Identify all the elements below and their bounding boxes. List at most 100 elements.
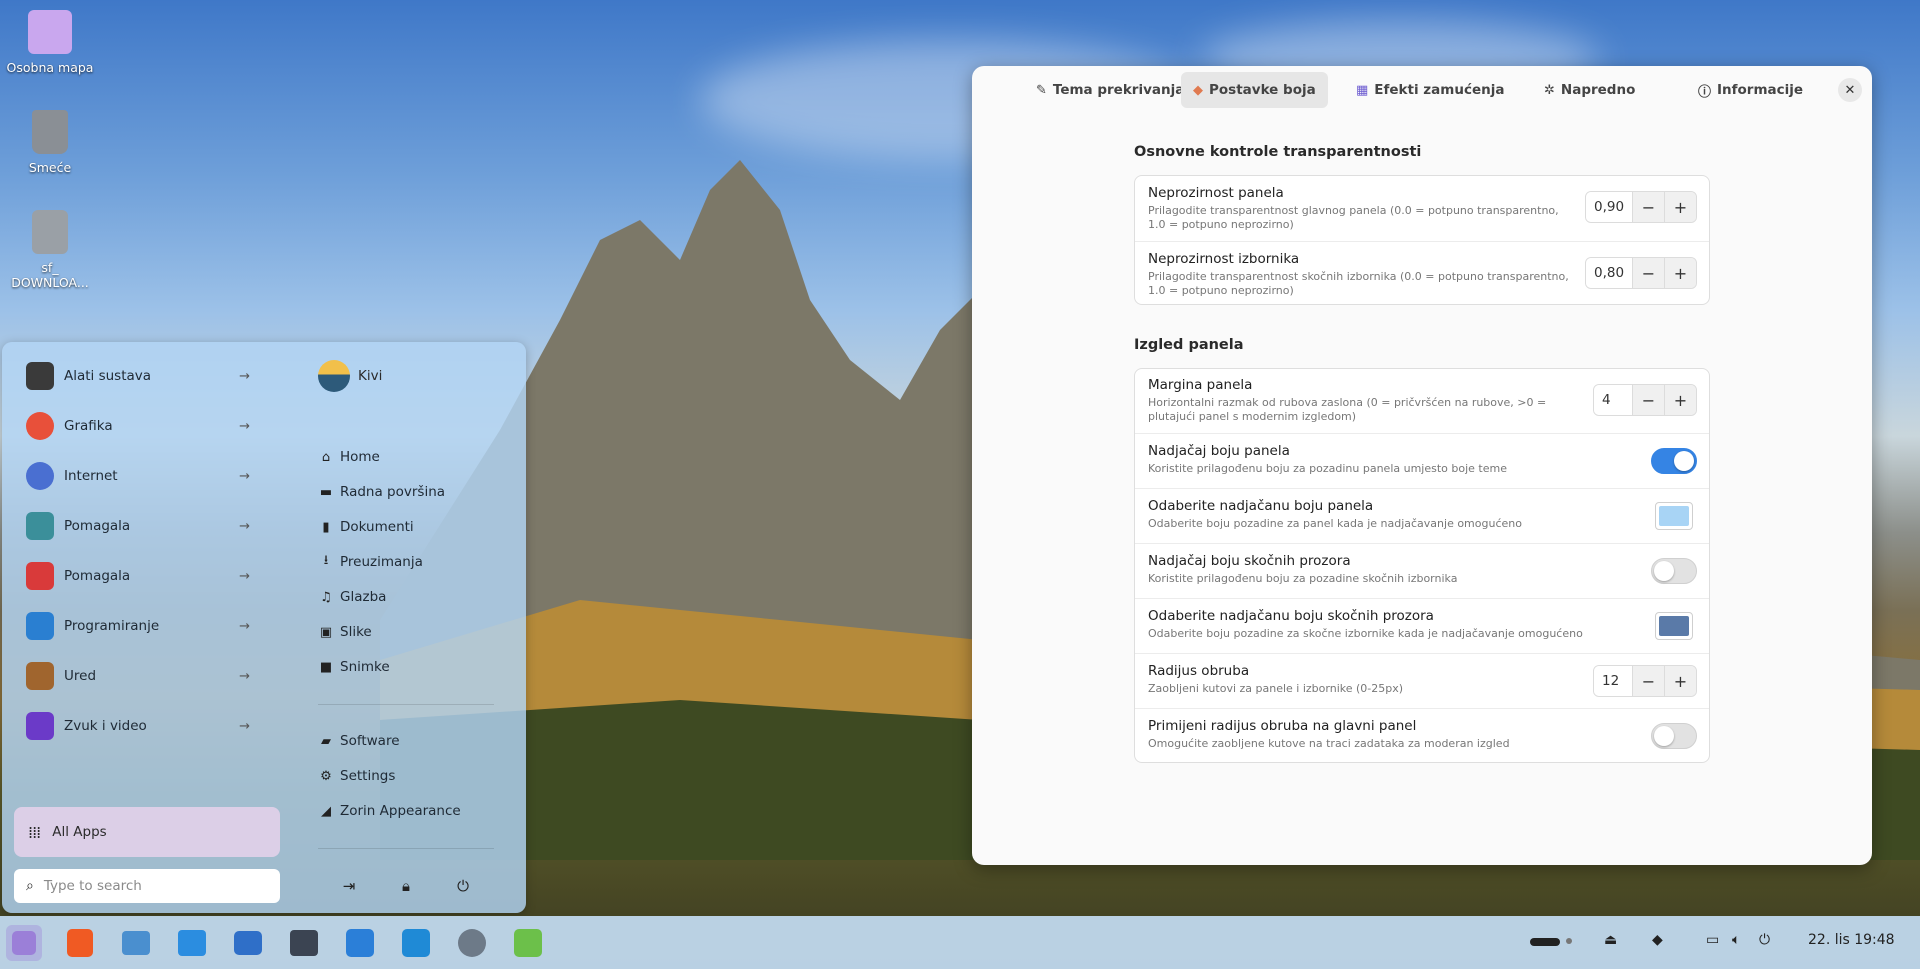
place-videos[interactable]: ■ Snimke bbox=[318, 652, 390, 682]
place-label: Dokumenti bbox=[340, 519, 414, 535]
music-icon: ♫ bbox=[320, 589, 332, 605]
graphics-icon bbox=[26, 412, 54, 440]
search-icon: ⌕ bbox=[26, 878, 34, 894]
drive-icon bbox=[32, 210, 68, 254]
taskbar-brave[interactable] bbox=[62, 925, 98, 961]
workspace-indicator-icon[interactable] bbox=[1530, 938, 1560, 946]
row-subtitle: Zaobljeni kutovi za panele i izbornike (… bbox=[1148, 682, 1404, 695]
system-software[interactable]: ▰ Software bbox=[318, 726, 400, 756]
desktop-icon: ▬ bbox=[319, 484, 333, 500]
row-title: Odaberite nadjačanu boju panela bbox=[1148, 498, 1374, 514]
software-icon: ▰ bbox=[321, 733, 331, 749]
arrow-right-icon: → bbox=[239, 418, 250, 434]
place-label: Snimke bbox=[340, 659, 390, 675]
place-label: Software bbox=[340, 733, 400, 749]
taskbar-settings[interactable] bbox=[454, 925, 490, 961]
stepper-value[interactable]: 0,80 bbox=[1586, 258, 1632, 288]
logout-icon[interactable]: ⇥ bbox=[336, 873, 362, 899]
trash-icon bbox=[32, 110, 68, 154]
decrement-button[interactable]: − bbox=[1632, 385, 1664, 415]
workspace-dot-icon[interactable] bbox=[1566, 938, 1572, 944]
arrow-right-icon: → bbox=[239, 518, 250, 534]
category-system-tools[interactable]: Alati sustava → bbox=[26, 356, 266, 396]
decrement-button[interactable]: − bbox=[1632, 192, 1664, 222]
system-tools-icon bbox=[26, 362, 54, 390]
menu-opacity-row: Neprozirnost izbornika Prilagodite trans… bbox=[1135, 241, 1709, 306]
override-panel-color-toggle[interactable] bbox=[1651, 448, 1697, 474]
override-popup-color-toggle[interactable] bbox=[1651, 558, 1697, 584]
increment-button[interactable]: + bbox=[1664, 666, 1696, 696]
desktop-icon-label: Osobna mapa bbox=[6, 60, 94, 75]
taskbar-store[interactable] bbox=[174, 925, 210, 961]
chat-icon bbox=[234, 931, 262, 955]
category-sound-video[interactable]: Zvuk i video → bbox=[26, 706, 266, 746]
system-appearance[interactable]: ◢ Zorin Appearance bbox=[318, 796, 461, 826]
panel-margin-stepper: 4 − + bbox=[1593, 384, 1697, 416]
eject-icon[interactable]: ⏏ bbox=[1604, 932, 1617, 948]
category-programming[interactable]: Programiranje → bbox=[26, 606, 266, 646]
apply-radius-toggle[interactable] bbox=[1651, 723, 1697, 749]
taskbar-terminal[interactable] bbox=[286, 925, 322, 961]
place-pictures[interactable]: ▣ Slike bbox=[318, 617, 372, 647]
palette-tray-icon[interactable]: ◆ bbox=[1652, 932, 1663, 948]
tab-label: Tema prekrivanja bbox=[1052, 82, 1185, 98]
stepper-value[interactable]: 12 bbox=[1594, 666, 1632, 696]
place-documents[interactable]: ▮ Dokumenti bbox=[318, 512, 414, 542]
increment-button[interactable]: + bbox=[1664, 192, 1696, 222]
home-icon: ⌂ bbox=[321, 449, 331, 465]
power-icon[interactable]: ⏻ bbox=[450, 873, 476, 899]
taskbar-extension-green[interactable] bbox=[510, 925, 546, 961]
place-downloads[interactable]: ⭳ Preuzimanja bbox=[318, 547, 423, 577]
settings-gear-icon bbox=[458, 929, 486, 957]
stepper-value[interactable]: 0,90 bbox=[1586, 192, 1632, 222]
lock-icon[interactable]: 🔒︎ bbox=[393, 873, 419, 899]
system-settings[interactable]: ⚙ Settings bbox=[318, 761, 395, 791]
taskbar: ⏏ ◆ ▭ 🔈︎ ⏻ 22. lis 19:48 bbox=[0, 916, 1920, 969]
decrement-button[interactable]: − bbox=[1632, 258, 1664, 288]
category-office[interactable]: Ured → bbox=[26, 656, 266, 696]
taskbar-chat[interactable] bbox=[230, 925, 266, 961]
clock[interactable]: 22. lis 19:48 bbox=[1808, 932, 1895, 948]
increment-button[interactable]: + bbox=[1664, 258, 1696, 288]
user-button[interactable]: Kivi bbox=[318, 356, 382, 396]
taskbar-vscode[interactable] bbox=[398, 925, 434, 961]
screen-icon[interactable]: ▭ bbox=[1706, 932, 1719, 948]
place-home[interactable]: ⌂ Home bbox=[318, 442, 380, 472]
category-toolbox[interactable]: Pomagala → bbox=[26, 556, 266, 596]
place-label: Glazba bbox=[340, 589, 387, 605]
increment-button[interactable]: + bbox=[1664, 385, 1696, 415]
tab-blur[interactable]: ▦ Efekti zamućenja bbox=[1344, 72, 1516, 108]
decrement-button[interactable]: − bbox=[1632, 666, 1664, 696]
taskbar-extensions[interactable] bbox=[342, 925, 378, 961]
panel-opacity-stepper: 0,90 − + bbox=[1585, 191, 1697, 223]
popup-color-picker[interactable] bbox=[1655, 612, 1693, 640]
volume-icon[interactable]: 🔈︎ bbox=[1732, 932, 1740, 948]
close-button[interactable]: ✕ bbox=[1838, 78, 1862, 102]
row-title: Nadjačaj boju panela bbox=[1148, 443, 1290, 459]
taskbar-files[interactable] bbox=[118, 925, 154, 961]
place-music[interactable]: ♫ Glazba bbox=[318, 582, 386, 612]
panel-color-picker[interactable] bbox=[1655, 502, 1693, 530]
desktop-icon-trash[interactable]: Smeće bbox=[0, 110, 100, 175]
all-apps-button[interactable]: ⁞⁞⁞ All Apps bbox=[14, 807, 280, 857]
stepper-value[interactable]: 4 bbox=[1594, 385, 1632, 415]
tab-colors[interactable]: ◆ Postavke boja bbox=[1181, 72, 1328, 108]
tab-advanced[interactable]: ✲ Napredno bbox=[1532, 72, 1647, 108]
row-title: Primijeni radijus obruba na glavni panel bbox=[1148, 718, 1417, 734]
place-desktop[interactable]: ▬ Radna površina bbox=[318, 477, 445, 507]
search-input[interactable]: ⌕ Type to search bbox=[14, 869, 280, 903]
row-subtitle: Omogućite zaobljene kutove na traci zada… bbox=[1148, 737, 1510, 750]
category-internet[interactable]: Internet → bbox=[26, 456, 266, 496]
category-accessories[interactable]: Pomagala → bbox=[26, 506, 266, 546]
desktop-icon-home-folder[interactable]: Osobna mapa bbox=[0, 10, 100, 75]
divider bbox=[318, 848, 494, 849]
category-graphics[interactable]: Grafika → bbox=[26, 406, 266, 446]
toolbox-icon bbox=[26, 562, 54, 590]
power-tray-icon[interactable]: ⏻ bbox=[1759, 932, 1770, 948]
tab-theme[interactable]: ✎ Tema prekrivanja bbox=[1024, 72, 1196, 108]
accessories-icon bbox=[26, 512, 54, 540]
zorin-menu-button[interactable] bbox=[6, 925, 42, 961]
tab-info[interactable]: ⓘ Informacije bbox=[1686, 72, 1815, 108]
tab-label: Efekti zamućenja bbox=[1374, 82, 1505, 98]
desktop-icon-drive[interactable]: sf_ DOWNLOA... bbox=[0, 210, 100, 290]
